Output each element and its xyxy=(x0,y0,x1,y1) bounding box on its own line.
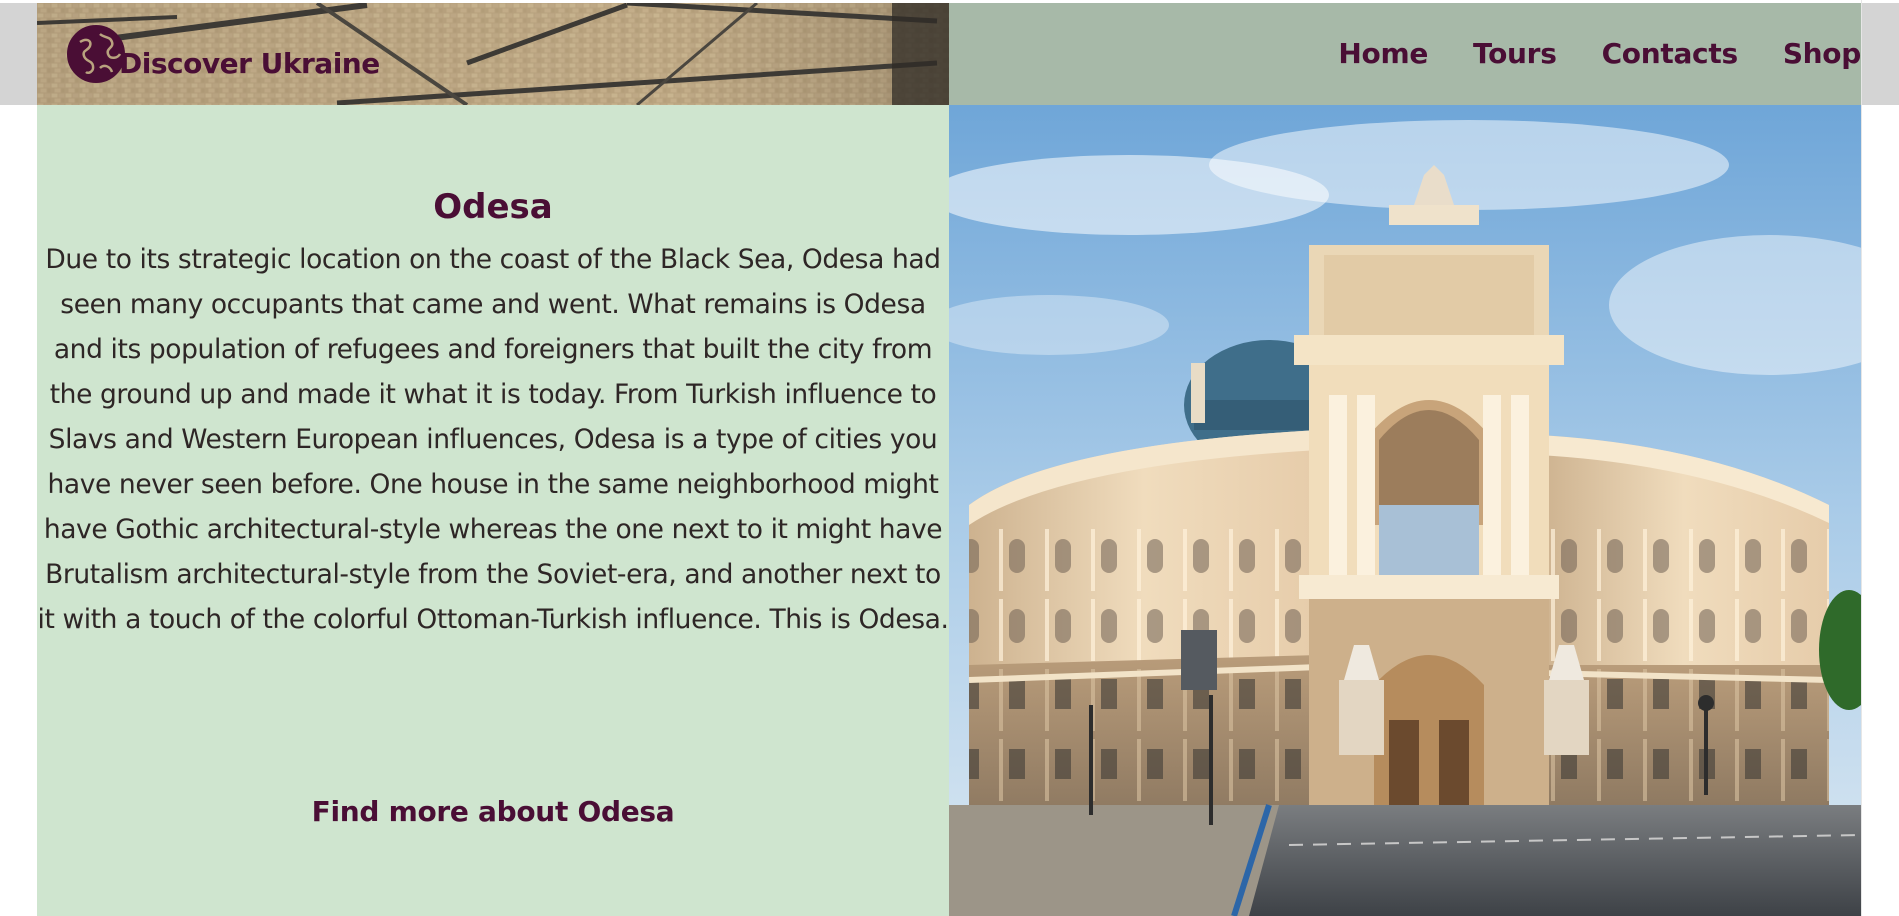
main-nav: Home Tours Contacts Shop xyxy=(1293,37,1861,70)
header-banner-image: Discover Ukraine xyxy=(37,3,949,105)
city-photo xyxy=(949,105,1861,916)
odesa-opera-theatre-photo xyxy=(949,105,1861,916)
city-title: Odesa xyxy=(433,187,553,227)
nav-contacts[interactable]: Contacts xyxy=(1602,37,1739,70)
city-info-panel: Odesa Due to its strategic location on t… xyxy=(37,105,949,916)
right-margin-header xyxy=(1862,3,1899,105)
logo[interactable]: Discover Ukraine xyxy=(66,23,380,85)
page: Discover Ukraine Home Tours Contacts Sho… xyxy=(0,0,1899,916)
city-description: Due to its strategic location on the coa… xyxy=(37,244,949,635)
find-more-link[interactable]: Find more about Odesa xyxy=(37,795,949,828)
right-margin xyxy=(1861,0,1899,916)
nav-tours[interactable]: Tours xyxy=(1473,37,1557,70)
logo-text: Discover Ukraine xyxy=(119,46,380,80)
globe-icon xyxy=(67,25,125,83)
nav-home[interactable]: Home xyxy=(1338,37,1428,70)
nav-shop[interactable]: Shop xyxy=(1783,37,1861,70)
header-nav-bar: Home Tours Contacts Shop xyxy=(949,3,1861,105)
